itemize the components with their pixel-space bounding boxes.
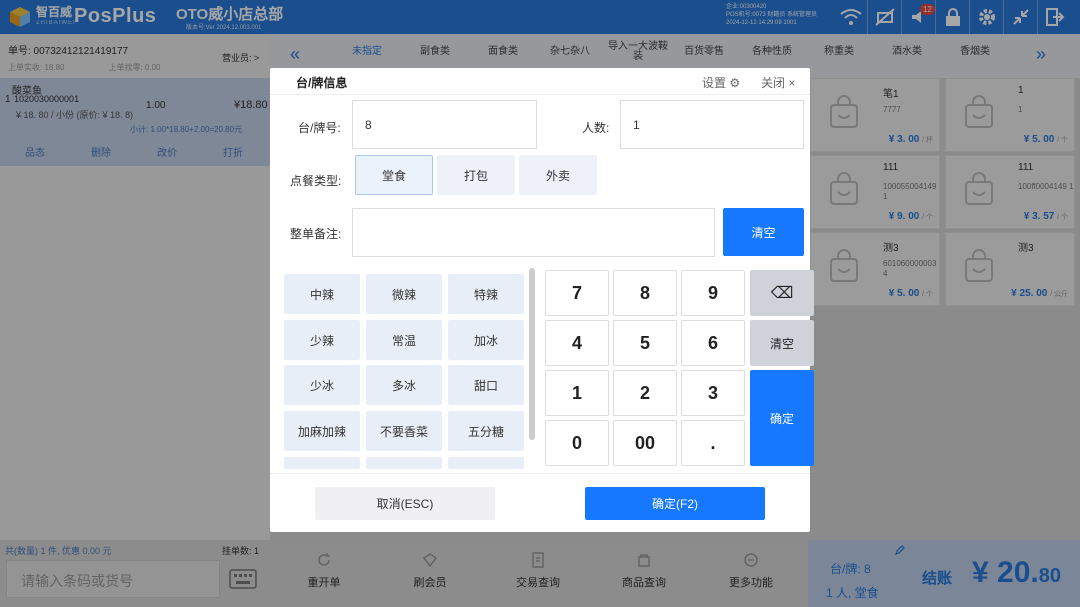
remark-tag[interactable]: 中辣 <box>284 274 360 314</box>
key-8[interactable]: 8 <box>613 270 677 316</box>
table-number-label: 台/牌号: <box>298 121 341 135</box>
backspace-icon: ⌫ <box>770 285 794 302</box>
remark-tag[interactable]: 微辣 <box>366 274 442 314</box>
key-dot[interactable]: . <box>681 420 745 466</box>
backspace-key[interactable]: ⌫ <box>750 270 814 316</box>
key-5[interactable]: 5 <box>613 320 677 366</box>
key-00[interactable]: 00 <box>613 420 677 466</box>
people-count-input[interactable]: 1 <box>620 100 804 149</box>
key-1[interactable]: 1 <box>545 370 609 416</box>
remark-tag[interactable]: 特辣 <box>448 274 524 314</box>
remark-tag[interactable]: 不要香菜 <box>366 411 442 451</box>
order-type-dine-in[interactable]: 堂食 <box>355 155 433 195</box>
remark-tag-partial[interactable] <box>448 457 524 469</box>
keypad-confirm-button[interactable]: 确定 <box>750 370 814 466</box>
remark-clear-button[interactable]: 清空 <box>723 208 804 256</box>
table-info-dialog: 台/牌信息 设置 ⚙ 关闭 × 台/牌号: 8 人数: 1 点餐类型: 堂食 打… <box>270 68 814 532</box>
key-9[interactable]: 9 <box>681 270 745 316</box>
key-4[interactable]: 4 <box>545 320 609 366</box>
dialog-settings-button[interactable]: 设置 ⚙ <box>702 74 740 91</box>
remark-tag-partial[interactable] <box>366 457 442 469</box>
keypad-clear-button[interactable]: 清空 <box>750 320 814 366</box>
remark-input[interactable] <box>352 208 715 257</box>
key-6[interactable]: 6 <box>681 320 745 366</box>
key-7[interactable]: 7 <box>545 270 609 316</box>
remark-tag[interactable]: 甜口 <box>448 365 524 405</box>
key-3[interactable]: 3 <box>681 370 745 416</box>
order-type-label: 点餐类型: <box>290 174 342 188</box>
remark-tag[interactable]: 多冰 <box>366 365 442 405</box>
remark-tag[interactable]: 五分糖 <box>448 411 524 451</box>
remark-tag[interactable]: 加麻加辣 <box>284 411 360 451</box>
order-type-takeaway[interactable]: 打包 <box>437 155 515 195</box>
dialog-title: 台/牌信息 <box>296 76 348 90</box>
remark-tag[interactable]: 少辣 <box>284 320 360 360</box>
remark-tag[interactable]: 常温 <box>366 320 442 360</box>
remark-label: 整单备注: <box>290 227 342 241</box>
key-2[interactable]: 2 <box>613 370 677 416</box>
order-type-delivery[interactable]: 外卖 <box>519 155 597 195</box>
dialog-close-button[interactable]: 关闭 × <box>761 74 795 91</box>
cancel-button[interactable]: 取消(ESC) <box>315 487 495 520</box>
remark-tag[interactable]: 加冰 <box>448 320 524 360</box>
people-count-label: 人数: <box>582 121 610 135</box>
table-number-input[interactable]: 8 <box>352 100 537 149</box>
remark-tag-partial[interactable] <box>284 457 360 469</box>
key-0[interactable]: 0 <box>545 420 609 466</box>
confirm-button[interactable]: 确定(F2) <box>585 487 765 520</box>
remark-scrollbar[interactable] <box>529 268 535 440</box>
remark-tag[interactable]: 少冰 <box>284 365 360 405</box>
